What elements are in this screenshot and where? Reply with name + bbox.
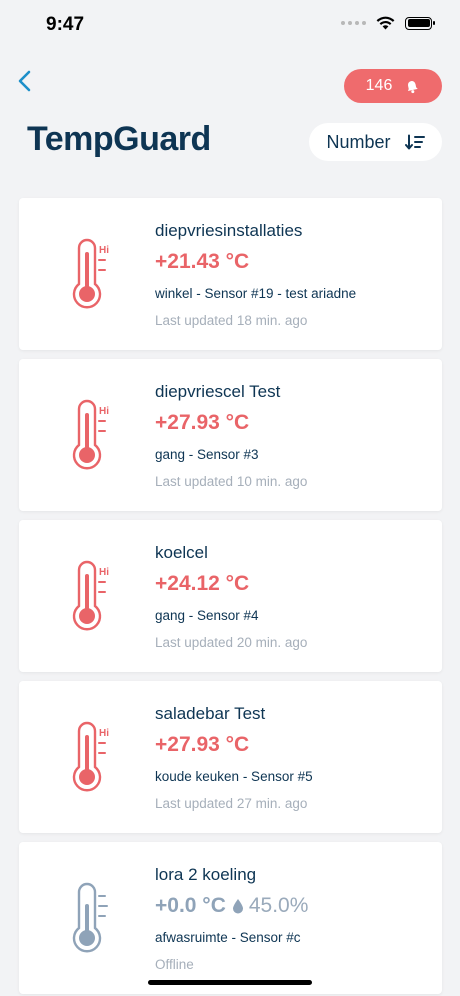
reading-row: +21.43 °C bbox=[155, 250, 249, 274]
sensor-location: afwasruimte - Sensor #c bbox=[155, 930, 301, 945]
humidity-value: 45.0% bbox=[248, 894, 309, 917]
signal-dots-icon bbox=[341, 21, 366, 25]
page-title: TempGuard bbox=[27, 120, 211, 158]
thermometer-hi-icon: Hi bbox=[72, 399, 109, 470]
sensor-location: koude keuken - Sensor #5 bbox=[155, 769, 313, 784]
sensor-name: diepvriesinstallaties bbox=[155, 221, 303, 240]
water-drop-icon bbox=[232, 899, 243, 914]
sensor-name: lora 2 koeling bbox=[155, 865, 257, 884]
sensor-name: saladebar Test bbox=[155, 704, 266, 723]
temperature-value: +21.43 °C bbox=[155, 250, 250, 273]
sort-button[interactable]: Number bbox=[309, 123, 442, 161]
svg-text:Hi: Hi bbox=[99, 406, 109, 417]
sensor-card[interactable]: lora 2 koeling +0.0 °C 45.0% afwasruimte… bbox=[19, 842, 442, 994]
sensor-location: gang - Sensor #4 bbox=[155, 608, 259, 623]
svg-text:Hi: Hi bbox=[99, 728, 109, 739]
last-updated: Last updated 10 min. ago bbox=[155, 474, 308, 489]
thermometer-hi-icon: Hi bbox=[72, 721, 109, 792]
battery-icon bbox=[405, 16, 435, 30]
back-button[interactable] bbox=[14, 66, 38, 96]
sensor-card[interactable]: Hi saladebar Test +27.93 °C koude keuken… bbox=[19, 681, 442, 833]
temperature-value: +24.12 °C bbox=[155, 572, 250, 595]
sensor-name: diepvriescel Test bbox=[155, 382, 281, 401]
home-indicator bbox=[148, 980, 312, 985]
thermometer-offline-icon bbox=[72, 882, 108, 953]
last-updated: Last updated 27 min. ago bbox=[155, 796, 308, 811]
temperature-value: +27.93 °C bbox=[155, 411, 250, 434]
last-updated: Last updated 18 min. ago bbox=[155, 313, 308, 328]
offline-status: Offline bbox=[155, 957, 194, 972]
sensor-name: koelcel bbox=[155, 543, 208, 562]
reading-row: +24.12 °C bbox=[155, 572, 249, 596]
last-updated: Last updated 20 min. ago bbox=[155, 635, 308, 650]
thermometer-hi-icon: Hi bbox=[72, 560, 109, 631]
sensor-card[interactable]: Hi diepvriescel Test +27.93 °C gang - Se… bbox=[19, 359, 442, 511]
wifi-icon bbox=[376, 16, 395, 30]
sensor-card[interactable]: Hi diepvriesinstallaties +21.43 °C winke… bbox=[19, 198, 442, 350]
reading-row: +27.93 °C bbox=[155, 411, 249, 435]
sensor-location: gang - Sensor #3 bbox=[155, 447, 259, 462]
svg-text:Hi: Hi bbox=[99, 567, 109, 578]
bell-icon bbox=[408, 81, 419, 94]
reading-row: +27.93 °C bbox=[155, 733, 249, 757]
alerts-button[interactable]: 146 bbox=[344, 69, 442, 103]
status-bar: 9:47 bbox=[0, 0, 460, 50]
temperature-value: +27.93 °C bbox=[155, 733, 250, 756]
reading-row: +0.0 °C 45.0% bbox=[155, 894, 308, 918]
status-time: 9:47 bbox=[46, 14, 85, 35]
alert-count: 146 bbox=[365, 77, 393, 94]
svg-text:Hi: Hi bbox=[99, 245, 109, 256]
chevron-left-icon bbox=[18, 70, 31, 92]
sort-descending-icon bbox=[404, 134, 425, 150]
humidity-reading: 45.0% bbox=[232, 894, 309, 918]
status-icons bbox=[341, 16, 435, 30]
sort-label: Number bbox=[326, 131, 391, 152]
sensor-card[interactable]: Hi koelcel +24.12 °C gang - Sensor #4 La… bbox=[19, 520, 442, 672]
sensor-location: winkel - Sensor #19 - test ariadne bbox=[155, 286, 357, 301]
temperature-value: +0.0 °C bbox=[155, 894, 226, 917]
thermometer-hi-icon: Hi bbox=[72, 238, 109, 309]
